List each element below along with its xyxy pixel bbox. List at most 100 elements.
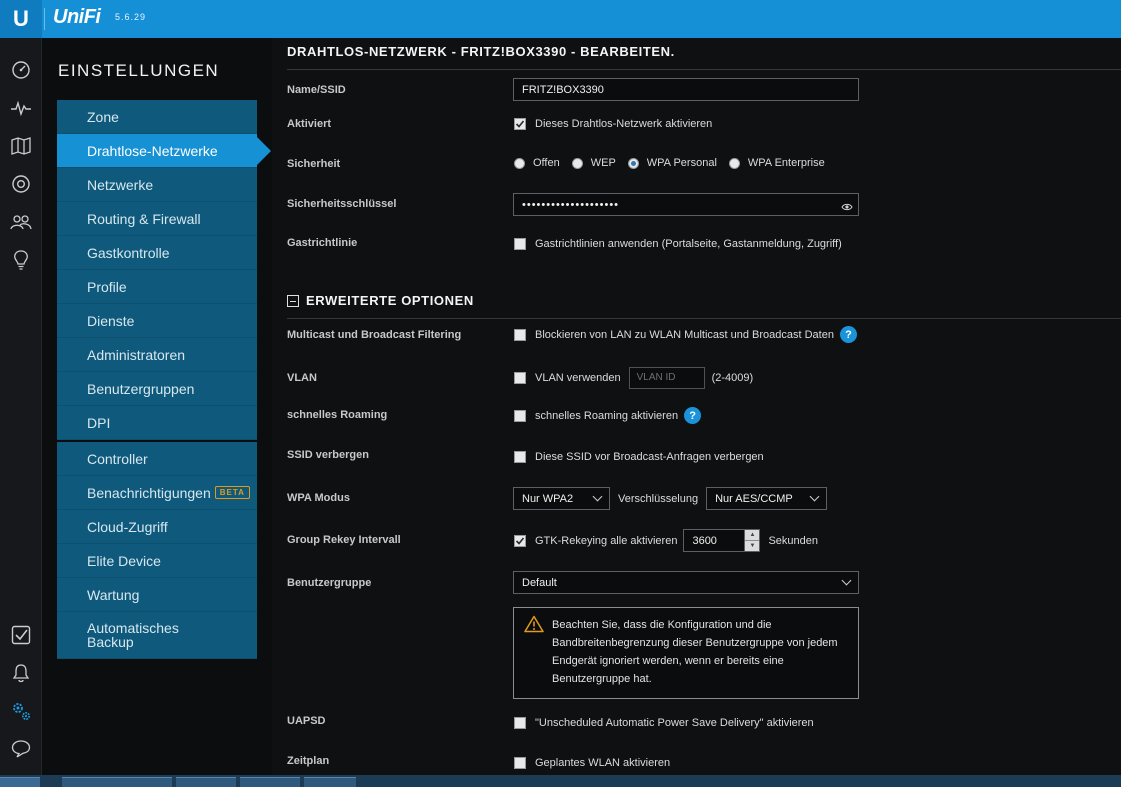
schedule-checkbox[interactable] (514, 757, 526, 769)
fast-roaming-label: schnelles Roaming (287, 409, 388, 421)
menu-item-label: Benachrichtigungen (87, 484, 211, 501)
vlan-id-input[interactable]: VLAN ID (628, 367, 705, 389)
insights-icon[interactable] (6, 245, 36, 275)
advanced-options-title: ERWEITERTE OPTIONEN (306, 293, 474, 308)
taskbar-item[interactable] (240, 777, 300, 787)
os-taskbar (0, 775, 1121, 787)
security-radio-group: Offen WEP WPA Personal WPA Enterprise (514, 157, 837, 169)
guest-policy-text: Gastrichtlinien anwenden (Portalseite, G… (535, 238, 842, 250)
taskbar-item[interactable] (62, 777, 172, 787)
group-rekey-checkbox[interactable] (514, 534, 526, 547)
radio-open[interactable] (514, 157, 525, 169)
stepper-down-icon[interactable]: ▼ (745, 540, 760, 551)
vlan-label: VLAN (287, 372, 317, 384)
wpa-mode-row: Nur WPA2 Verschlüsselung Nur AES/CCMP (513, 487, 828, 510)
map-icon[interactable] (6, 131, 36, 161)
wpa-mode-label: WPA Modus (287, 492, 350, 504)
menu-item-label: Automatisches Backup (87, 620, 179, 650)
settings-menu: Zone Drahtlose-Netzwerke Netzwerke Routi… (57, 100, 271, 659)
menu-item-auto-backup[interactable]: Automatisches Backup (57, 612, 257, 659)
uapsd-checkbox[interactable] (514, 717, 526, 729)
menu-item-label: Administratoren (87, 346, 186, 363)
radio-wep[interactable] (571, 157, 583, 169)
statistics-icon[interactable] (6, 93, 36, 123)
chat-icon[interactable] (6, 734, 36, 764)
alerts-icon[interactable] (6, 658, 36, 688)
enabled-checkbox[interactable] (514, 118, 526, 130)
schedule-row: Geplantes WLAN aktivieren (514, 757, 670, 769)
dashboard-icon[interactable] (6, 55, 36, 85)
taskbar-item[interactable] (304, 777, 356, 787)
help-icon[interactable]: ? (839, 326, 857, 343)
hide-ssid-label: SSID verbergen (287, 449, 369, 461)
security-key-label: Sicherheitsschlüssel (287, 198, 397, 210)
clients-icon[interactable] (6, 207, 36, 237)
tasks-icon[interactable] (6, 620, 36, 650)
menu-item-label: Cloud-Zugriff (87, 518, 168, 535)
menu-item-networks[interactable]: Netzwerke (57, 168, 257, 202)
menu-item-elite-device[interactable]: Elite Device (57, 544, 257, 578)
show-password-icon[interactable] (841, 199, 853, 211)
hide-ssid-text: Diese SSID vor Broadcast-Anfragen verber… (535, 451, 764, 463)
fast-roaming-checkbox[interactable] (514, 409, 526, 422)
stepper-up-icon[interactable]: ▲ (745, 530, 760, 540)
ssid-label: Name/SSID (287, 84, 346, 96)
brand-name: UniFi (53, 6, 101, 28)
radio-wpa-personal[interactable] (627, 157, 639, 169)
advanced-options-header[interactable]: ERWEITERTE OPTIONEN (287, 293, 474, 308)
menu-item-label: Dienste (87, 312, 135, 329)
menu-item-wireless-networks[interactable]: Drahtlose-Netzwerke (57, 134, 271, 168)
start-button[interactable] (0, 777, 40, 787)
multicast-checkbox[interactable] (514, 328, 526, 341)
collapse-icon[interactable] (287, 294, 299, 307)
encryption-select[interactable]: Nur AES/CCMP (706, 487, 828, 510)
menu-item-label: DPI (87, 414, 111, 431)
menu-item-zone[interactable]: Zone (57, 100, 257, 134)
menu-item-guest-control[interactable]: Gastkontrolle (57, 236, 257, 270)
multicast-label: Multicast und Broadcast Filtering (287, 329, 462, 341)
ssid-input[interactable]: FRITZ!BOX3390 (513, 78, 859, 101)
menu-item-label: Controller (87, 450, 148, 467)
brand-divider (44, 8, 45, 30)
radio-wpa-enterprise[interactable] (728, 157, 740, 169)
security-label: Sicherheit (287, 158, 341, 170)
menu-item-label: Wartung (87, 586, 140, 603)
menu-item-controller[interactable]: Controller (57, 442, 257, 476)
menu-item-maintenance[interactable]: Wartung (57, 578, 257, 612)
user-group-value: Default (522, 576, 557, 589)
menu-item-admins[interactable]: Administratoren (57, 338, 257, 372)
schedule-text: Geplantes WLAN aktivieren (535, 757, 671, 769)
taskbar-item[interactable] (176, 777, 236, 787)
menu-item-user-groups[interactable]: Benutzergruppen (57, 372, 257, 406)
menu-item-label: Zone (87, 108, 119, 125)
vlan-checkbox[interactable] (514, 372, 526, 384)
encryption-value: Nur AES/CCMP (715, 492, 793, 505)
guest-policy-checkbox[interactable] (514, 238, 526, 250)
security-key-input[interactable]: •••••••••••••••••••• (513, 193, 859, 216)
page-title: DRAHTLOS-NETZWERK - FRITZ!BOX3390 - BEAR… (287, 44, 675, 59)
menu-item-routing-firewall[interactable]: Routing & Firewall (57, 202, 257, 236)
menu-item-cloud-access[interactable]: Cloud-Zugriff (57, 510, 257, 544)
schedule-label: Zeitplan (287, 755, 330, 767)
rekey-interval-stepper[interactable]: 3600 ▲ ▼ (683, 529, 761, 552)
menu-item-dpi[interactable]: DPI (57, 406, 257, 440)
menu-item-profiles[interactable]: Profile (57, 270, 257, 304)
guest-policy-label: Gastrichtlinie (287, 237, 358, 249)
chevron-down-icon (841, 575, 852, 586)
beta-badge: BETA (214, 486, 250, 499)
wpa-mode-select[interactable]: Nur WPA2 (513, 487, 610, 510)
enabled-label: Aktiviert (287, 118, 332, 130)
user-group-select[interactable]: Default (513, 571, 859, 594)
settings-icon[interactable] (6, 696, 36, 726)
menu-item-label: Drahtlose-Netzwerke (87, 142, 218, 159)
menu-item-label: Routing & Firewall (87, 210, 201, 227)
menu-item-notifications[interactable]: Benachrichtigungen BETA (57, 476, 257, 510)
devices-icon[interactable] (6, 169, 36, 199)
help-icon[interactable]: ? (684, 407, 702, 424)
ubiquiti-logo[interactable]: U (0, 0, 42, 38)
wpa-mode-value: Nur WPA2 (522, 492, 574, 505)
hide-ssid-checkbox[interactable] (514, 451, 526, 463)
menu-item-services[interactable]: Dienste (57, 304, 257, 338)
title-divider (287, 69, 1121, 70)
version-label: 5.6.29 (115, 12, 147, 22)
